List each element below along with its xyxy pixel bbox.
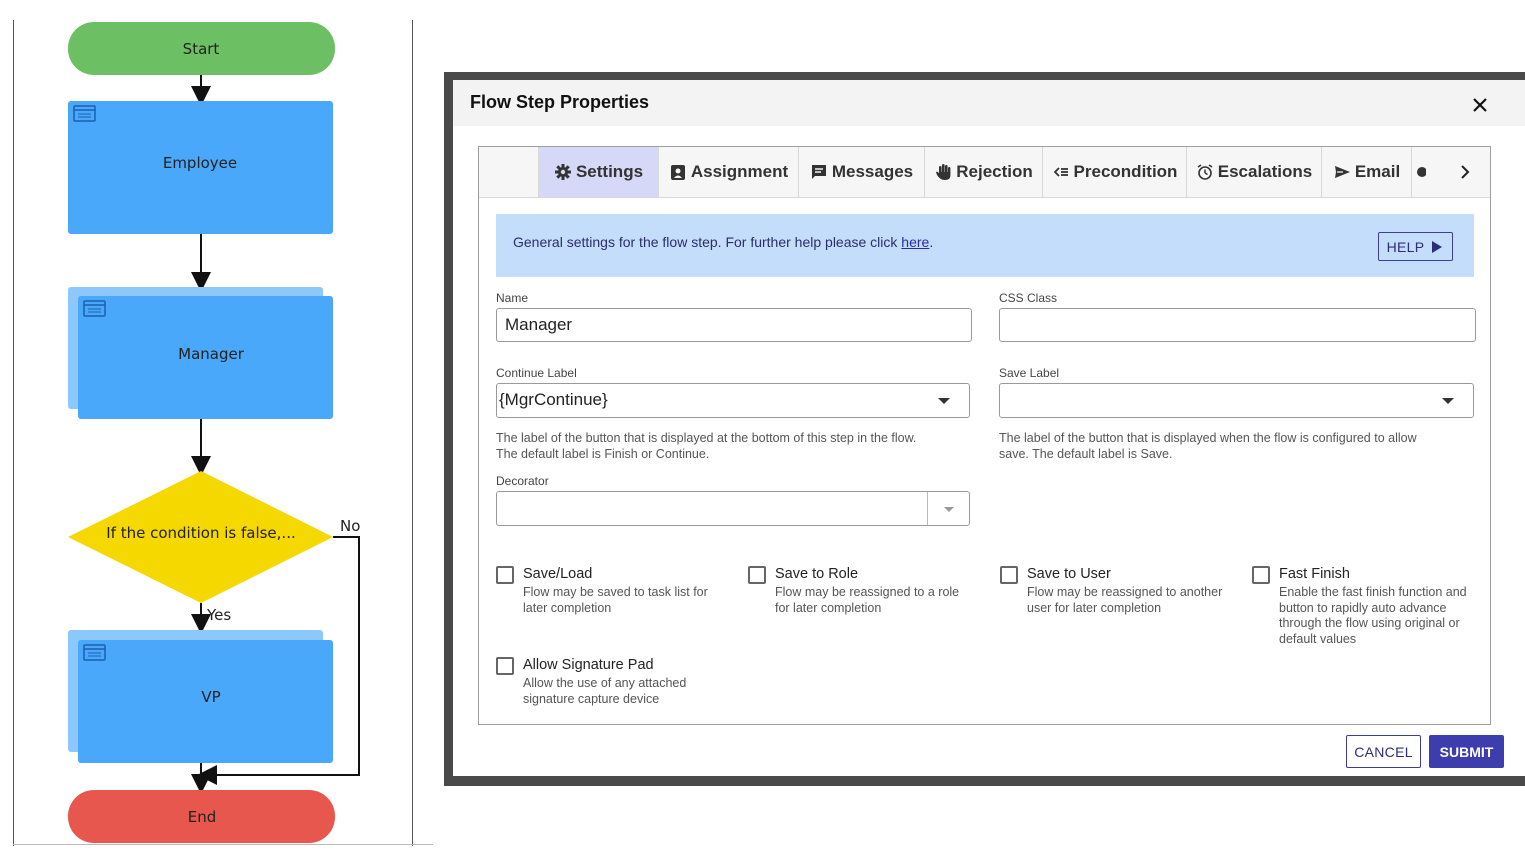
banner-suffix: . (929, 234, 934, 250)
start-label: Start (183, 40, 220, 58)
condition-node[interactable]: If the condition is false,... (68, 471, 333, 603)
tabs-scroll-next-button[interactable] (1440, 147, 1490, 197)
tab-escalations[interactable]: Escalations (1187, 147, 1322, 197)
dialog-header: Flow Step Properties (453, 80, 1525, 126)
tab-precondition-label: Precondition (1073, 162, 1178, 181)
tab-messages-label: Messages (831, 162, 914, 181)
tab-messages[interactable]: Messages (799, 147, 925, 197)
end-label: End (188, 808, 217, 826)
tab-settings[interactable]: Settings (539, 147, 659, 197)
tab-assignment[interactable]: Assignment (659, 147, 799, 197)
message-icon (811, 165, 826, 179)
close-icon (1473, 98, 1487, 112)
save-to-user-desc: Flow may be reassigned to another user f… (1027, 585, 1223, 615)
employee-node[interactable]: Employee (68, 101, 333, 234)
manager-node[interactable]: Manager (68, 287, 333, 419)
dropdown-arrow-icon (938, 398, 950, 404)
save-to-role-title: Save to Role (775, 566, 859, 582)
badge-icon (670, 165, 685, 180)
css-class-field-label: CSS Class (999, 291, 1058, 305)
decorator-field-label: Decorator (496, 474, 549, 488)
continue-label-value: {MgrContinue} (499, 390, 608, 409)
save-to-user-title: Save to User (1027, 566, 1111, 582)
help-button-label: HELP (1386, 238, 1425, 255)
settings-card: Settings Assignment Messages Rejection P… (478, 146, 1491, 725)
decorator-select[interactable] (496, 491, 970, 526)
submit-button[interactable]: SUBMIT (1429, 735, 1504, 768)
tab-precondition[interactable]: Precondition (1043, 147, 1187, 197)
save-label-field-label: Save Label (999, 366, 1060, 380)
close-button[interactable] (1463, 90, 1495, 118)
fast-finish-checkbox[interactable] (1252, 566, 1270, 584)
fast-finish-title: Fast Finish (1279, 566, 1350, 582)
allow-signature-pad-title: Allow Signature Pad (523, 657, 654, 673)
employee-label: Employee (163, 154, 237, 172)
allow-signature-pad-checkbox[interactable] (496, 657, 514, 675)
cancel-button[interactable]: CANCEL (1346, 735, 1421, 768)
name-field-label: Name (496, 291, 529, 305)
tab-email-label: Email (1354, 162, 1401, 181)
send-icon (1334, 166, 1350, 178)
decorator-select-divider (927, 492, 928, 525)
name-input[interactable] (496, 308, 972, 342)
yes-label: Yes (206, 606, 231, 624)
banner-text: General settings for the flow step. For … (513, 234, 933, 250)
save-load-desc: Flow may be saved to task list for later… (523, 585, 708, 615)
continue-label-select[interactable]: {MgrContinue} (496, 383, 970, 418)
tab-assignment-label: Assignment (690, 162, 789, 181)
info-banner: General settings for the flow step. For … (496, 214, 1474, 277)
tab-rejection[interactable]: Rejection (925, 147, 1043, 197)
help-button[interactable]: HELP (1378, 232, 1453, 261)
tab-bar-spacer (479, 147, 539, 197)
save-to-role-checkbox[interactable] (748, 566, 766, 584)
allow-signature-pad-desc: Allow the use of any attached signature … (523, 676, 687, 706)
no-label: No (340, 517, 360, 535)
partial-tab-icon (1417, 167, 1426, 177)
tab-settings-label: Settings (575, 162, 644, 181)
dropdown-arrow-icon (1442, 398, 1454, 404)
save-to-user-checkbox[interactable] (1000, 566, 1018, 584)
css-class-input[interactable] (999, 308, 1476, 342)
vp-node[interactable]: VP (68, 630, 333, 763)
continue-label-help: The label of the button that is displaye… (496, 431, 917, 461)
manager-label: Manager (178, 345, 245, 363)
gear-icon (554, 164, 571, 180)
alarm-clock-icon (1197, 164, 1213, 180)
flow-step-properties-dialog: Flow Step Properties Settings Assignment… (453, 80, 1525, 776)
save-load-title: Save/Load (523, 566, 593, 582)
flowchart-canvas: Start Employee Manager If the condition … (68, 22, 360, 843)
fast-finish-desc: Enable the fast finish function and butt… (1279, 585, 1467, 646)
continue-label-field-label: Continue Label (496, 366, 577, 380)
save-label-select[interactable] (999, 383, 1474, 418)
tab-email[interactable]: Email (1322, 147, 1412, 197)
save-load-checkbox[interactable] (496, 566, 514, 584)
tab-escalations-label: Escalations (1217, 162, 1313, 181)
tab-bar: Settings Assignment Messages Rejection P… (479, 147, 1490, 198)
flowchart-panel: Start Employee Manager If the condition … (0, 0, 440, 856)
start-node[interactable]: Start (68, 22, 335, 75)
chevron-right-icon (1461, 165, 1470, 179)
save-to-role-desc: Flow may be reassigned to a role for lat… (775, 585, 960, 615)
condition-label: If the condition is false,... (106, 524, 296, 542)
end-node[interactable]: End (68, 790, 335, 843)
tab-overflow[interactable] (1412, 147, 1440, 197)
play-icon (1432, 240, 1443, 253)
vp-label: VP (201, 688, 220, 706)
precondition-icon (1053, 167, 1068, 177)
hand-icon (936, 164, 951, 180)
dropdown-arrow-icon (944, 507, 954, 512)
tab-rejection-label: Rejection (956, 162, 1033, 181)
help-link[interactable]: here (901, 234, 929, 250)
save-label-help: The label of the button that is displaye… (999, 431, 1417, 461)
banner-message: General settings for the flow step. For … (513, 234, 902, 250)
dialog-title: Flow Step Properties (470, 92, 650, 112)
